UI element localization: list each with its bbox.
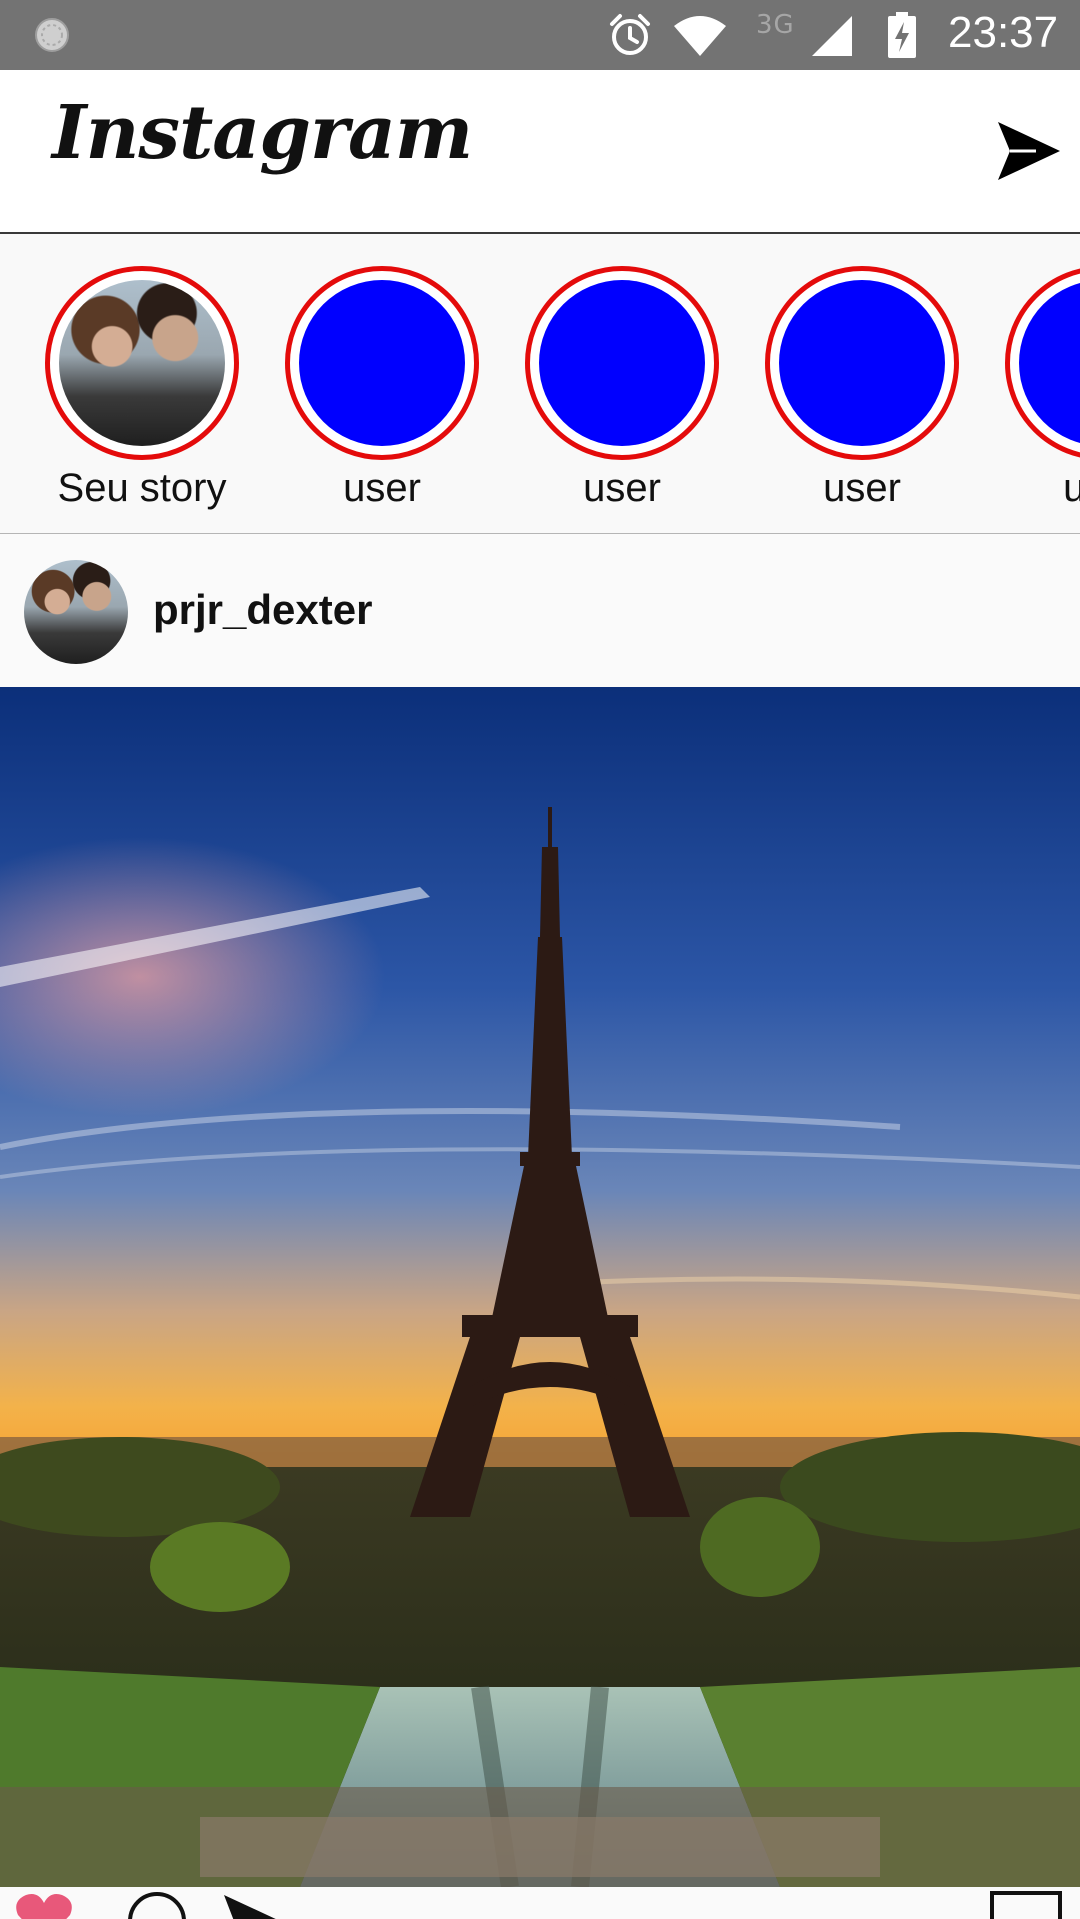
notification-icon (33, 16, 71, 59)
story-item-user[interactable]: user (522, 266, 722, 526)
network-type-label: 3G (756, 10, 795, 40)
story-label: user (823, 466, 901, 510)
avatar (779, 280, 945, 446)
comment-icon[interactable] (124, 1891, 190, 1919)
alarm-icon (608, 12, 652, 63)
avatar (539, 280, 705, 446)
clock: 23:37 (948, 8, 1059, 57)
story-ring (1005, 266, 1080, 460)
send-icon[interactable] (222, 1891, 282, 1919)
story-item-user[interactable]: user (282, 266, 482, 526)
app-header: Instagram (0, 70, 1080, 234)
story-ring (45, 266, 239, 460)
story-label: Seu story (57, 466, 227, 510)
post-header: prjr_dexter (0, 534, 1080, 687)
post-actions-bar (0, 1887, 1080, 1919)
stories-strip[interactable]: Seu story user user user user (0, 234, 1080, 534)
instagram-logo: Instagram (52, 90, 473, 176)
send-icon (998, 122, 1060, 180)
story-item-user[interactable]: user (1002, 266, 1080, 526)
post-image[interactable] (0, 687, 1080, 1887)
wifi-icon (672, 14, 728, 61)
story-ring (285, 266, 479, 460)
signal-icon (812, 16, 852, 61)
avatar (59, 280, 225, 446)
story-ring (765, 266, 959, 460)
story-item-user[interactable]: user (762, 266, 962, 526)
post-author-avatar[interactable] (24, 560, 128, 664)
story-item-own[interactable]: Seu story (42, 266, 242, 526)
heart-icon[interactable] (14, 1893, 74, 1919)
bookmark-icon[interactable] (990, 1891, 1062, 1919)
story-label: user (1002, 466, 1080, 511)
status-bar: 3G 23:37 (0, 0, 1080, 70)
story-label: user (583, 466, 661, 510)
story-ring (525, 266, 719, 460)
direct-message-button[interactable] (996, 118, 1062, 184)
battery-charging-icon (888, 12, 916, 63)
post-photo-eiffel-tower-sunset (0, 687, 1080, 1887)
post-username[interactable]: prjr_dexter (153, 586, 372, 634)
avatar (299, 280, 465, 446)
avatar (1019, 280, 1080, 446)
story-label: user (343, 466, 421, 510)
